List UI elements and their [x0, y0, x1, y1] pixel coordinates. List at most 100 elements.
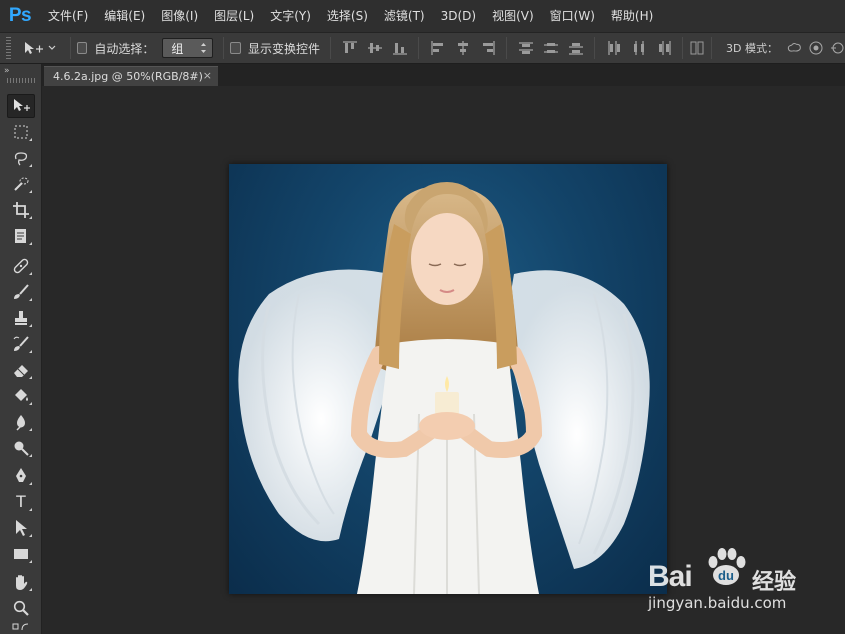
eraser-tool[interactable] [7, 358, 35, 382]
close-tab-icon[interactable]: × [203, 69, 212, 82]
tool-flyout-indicator [29, 190, 32, 193]
rectangle-icon [14, 549, 28, 559]
brush-icon [14, 284, 29, 299]
divider [69, 37, 71, 59]
menu-filter[interactable]: 滤镜(T) [376, 0, 433, 32]
divider [418, 37, 420, 59]
crop-icon [13, 202, 29, 218]
distribute-hcenter-icon [633, 41, 644, 55]
tool-flyout-indicator [29, 534, 32, 537]
distribute-vcenter-button[interactable] [542, 40, 559, 57]
document-tab-strip: 4.6.2a.jpg @ 50%(RGB/8#) × [42, 64, 845, 86]
show-transform-checkbox[interactable] [230, 42, 242, 54]
rectangular-marquee-tool[interactable] [7, 120, 35, 144]
band-aid-icon [13, 258, 29, 274]
toolbox-grip[interactable] [7, 78, 35, 83]
tool-flyout-indicator [29, 242, 32, 245]
3d-pan-button[interactable] [829, 40, 845, 57]
type-icon: T [15, 492, 27, 511]
align-top-edges-button[interactable] [341, 40, 358, 57]
align-vertical-centers-button[interactable] [366, 40, 383, 57]
menu-layer[interactable]: 图层(L) [206, 0, 262, 32]
lasso-icon [14, 152, 28, 166]
collapse-toolbox-button[interactable]: » [4, 66, 9, 76]
distribute-left-icon [608, 41, 620, 55]
droplet-icon [16, 415, 25, 431]
auto-select-label: 自动选择： [94, 41, 155, 56]
distribute-top-icon [518, 42, 533, 54]
auto-select-dropdown[interactable]: 组 [162, 38, 214, 58]
3d-roll-button[interactable] [808, 40, 824, 57]
align-bottom-icon [392, 43, 407, 55]
align-vertical-group [341, 40, 408, 57]
menu-window[interactable]: 窗口(W) [542, 0, 603, 32]
distribute-bottom-button[interactable] [567, 40, 584, 57]
align-left-edges-button[interactable] [429, 40, 446, 57]
paint-bucket-tool[interactable] [7, 384, 35, 408]
quick-selection-tool[interactable] [7, 172, 35, 196]
tool-flyout-indicator [29, 428, 32, 431]
tool-flyout-indicator [29, 298, 32, 301]
align-horizontal-centers-button[interactable] [454, 40, 471, 57]
options-bar: 自动选择： 组 显示变换控件 3D 模式： [0, 32, 845, 64]
swap-colors-icon [12, 623, 29, 631]
menu-type[interactable]: 文字(Y) [262, 0, 319, 32]
3d-orbit-button[interactable] [786, 40, 803, 57]
magnifier-icon [13, 600, 29, 616]
crop-tool[interactable] [7, 198, 35, 222]
distribute-right-button[interactable] [655, 40, 672, 57]
divider [330, 37, 332, 59]
move-tool-icon [25, 42, 44, 54]
distribute-horizontal-group [605, 40, 672, 57]
rectangle-tool[interactable] [7, 542, 35, 566]
tool-flyout-indicator [29, 402, 32, 405]
move-tool-icon [14, 99, 30, 111]
blur-tool[interactable] [7, 410, 35, 434]
menu-help[interactable]: 帮助(H) [603, 0, 661, 32]
auto-align-icon [690, 41, 704, 55]
tool-preset-picker[interactable] [23, 40, 63, 56]
type-tool[interactable]: T [7, 490, 35, 514]
move-tool[interactable] [7, 94, 35, 118]
auto-select-checkbox[interactable] [76, 42, 88, 54]
distribute-top-button[interactable] [517, 40, 534, 57]
menu-bar: Ps 文件(F) 编辑(E) 图像(I) 图层(L) 文字(Y) 选择(S) 滤… [0, 0, 845, 32]
spot-healing-brush-tool[interactable] [7, 254, 35, 278]
document-image[interactable] [229, 164, 667, 594]
tool-flyout-indicator [29, 482, 32, 485]
divider [711, 37, 713, 59]
dodge-icon [14, 441, 29, 456]
watermark-jingyan: 经验 [752, 570, 797, 595]
align-bottom-edges-button[interactable] [391, 40, 408, 57]
options-bar-grip[interactable] [6, 37, 12, 59]
menu-select[interactable]: 选择(S) [319, 0, 376, 32]
menu-edit[interactable]: 编辑(E) [96, 0, 153, 32]
3d-mode-label: 3D 模式： [726, 42, 778, 55]
hand-tool[interactable] [7, 570, 35, 594]
divider [223, 37, 225, 59]
menu-image[interactable]: 图像(I) [153, 0, 206, 32]
swap-colors-toggle[interactable] [7, 620, 35, 634]
toolbox: » T [0, 64, 42, 634]
document-tab[interactable]: 4.6.2a.jpg @ 50%(RGB/8#) × [44, 66, 218, 86]
dodge-tool[interactable] [7, 436, 35, 460]
brush-tool[interactable] [7, 280, 35, 304]
menu-file[interactable]: 文件(F) [40, 0, 96, 32]
distribute-left-button[interactable] [605, 40, 622, 57]
history-brush-tool[interactable] [7, 332, 35, 356]
zoom-tool[interactable] [7, 596, 35, 620]
menu-3d[interactable]: 3D(D) [433, 0, 484, 32]
distribute-hcenter-button[interactable] [630, 40, 647, 57]
path-selection-tool[interactable] [7, 516, 35, 540]
clone-stamp-tool[interactable] [7, 306, 35, 330]
menu-view[interactable]: 视图(V) [484, 0, 542, 32]
auto-align-layers-button[interactable] [689, 40, 705, 57]
angel-girl-photo [238, 182, 650, 594]
lasso-tool[interactable] [7, 146, 35, 170]
distribute-vcenter-icon [543, 43, 558, 53]
align-right-edges-button[interactable] [479, 40, 496, 57]
pen-tool[interactable] [7, 464, 35, 488]
watermark-url: jingyan.baidu.com [648, 594, 787, 612]
eyedropper-tool[interactable] [7, 224, 35, 248]
watermark-brand: Bai [648, 560, 693, 593]
